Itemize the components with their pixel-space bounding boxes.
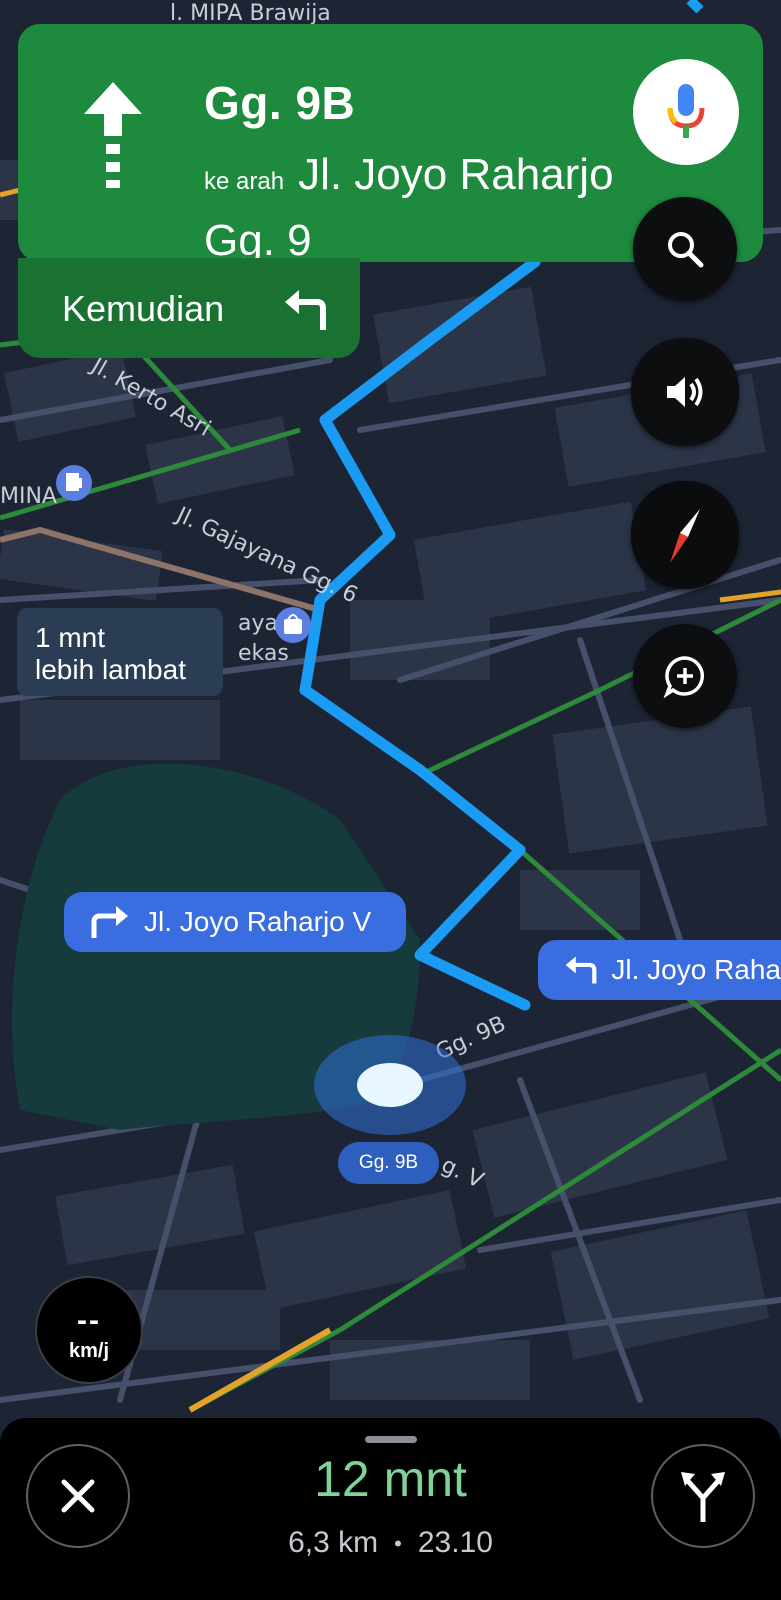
voice-search-button[interactable]	[633, 59, 739, 165]
toward-prefix: ke arah	[204, 168, 285, 195]
map-label-mipa: l. MIPA Brawija	[170, 1, 331, 26]
trip-summary-sheet[interactable]: 12 mnt 6,3 km • 23.10	[0, 1418, 781, 1600]
sound-button[interactable]	[631, 338, 739, 446]
mic-icon	[667, 84, 705, 138]
compass-icon	[670, 509, 700, 563]
map-label-aya: aya	[238, 611, 278, 636]
then-instruction[interactable]: Kemudian	[18, 258, 360, 358]
search-button[interactable]	[633, 197, 737, 301]
turn-right-icon	[91, 906, 128, 938]
then-label: Kemudian	[62, 288, 225, 329]
slower-route-time: 1 mnt	[35, 622, 106, 653]
speed-value: --	[77, 1304, 101, 1337]
trip-distance: 6,3 km	[288, 1526, 379, 1559]
map-label-mina: MINA	[0, 484, 57, 509]
alternate-routes-button[interactable]	[651, 1444, 755, 1548]
turn-left-small-icon	[565, 956, 597, 984]
straight-arrow-icon	[84, 82, 142, 188]
volume-icon	[667, 377, 703, 407]
turn-right-street: Jl. Joyo Raharjo V	[144, 906, 372, 937]
location-street-label: Gg. 9B	[338, 1142, 439, 1184]
arrival-time: 23.10	[417, 1526, 493, 1559]
gas-station-icon[interactable]	[56, 465, 92, 501]
slower-route-callout[interactable]: 1 mnt lebih lambat	[17, 608, 223, 696]
turn-right-callout[interactable]: Jl. Joyo Raharjo V	[64, 892, 406, 952]
drag-handle[interactable]	[365, 1436, 417, 1443]
report-plus-icon	[663, 656, 705, 698]
slower-route-text: lebih lambat	[35, 654, 186, 685]
search-icon	[668, 232, 704, 268]
add-report-button[interactable]	[633, 624, 737, 728]
turn-left-street: Jl. Joyo Raha	[611, 954, 781, 985]
turn-left-icon	[285, 290, 326, 330]
compass-button[interactable]	[631, 481, 739, 589]
speedometer: -- km/j	[35, 1276, 143, 1384]
current-street-name: Gg. 9B	[204, 77, 356, 129]
current-location-marker	[314, 1035, 466, 1135]
map-label-ekas: ekas	[238, 641, 289, 666]
turn-left-callout[interactable]: Jl. Joyo Raha	[538, 940, 781, 1000]
route-fork-icon	[681, 1472, 725, 1522]
separator-dot: •	[394, 1531, 402, 1557]
speed-unit: km/j	[68, 1340, 110, 1362]
navigation-screen: l. MIPA Brawija Jl. Kerto Asri MINA Jl. …	[0, 0, 781, 1600]
shopping-bag-icon[interactable]	[275, 607, 311, 643]
